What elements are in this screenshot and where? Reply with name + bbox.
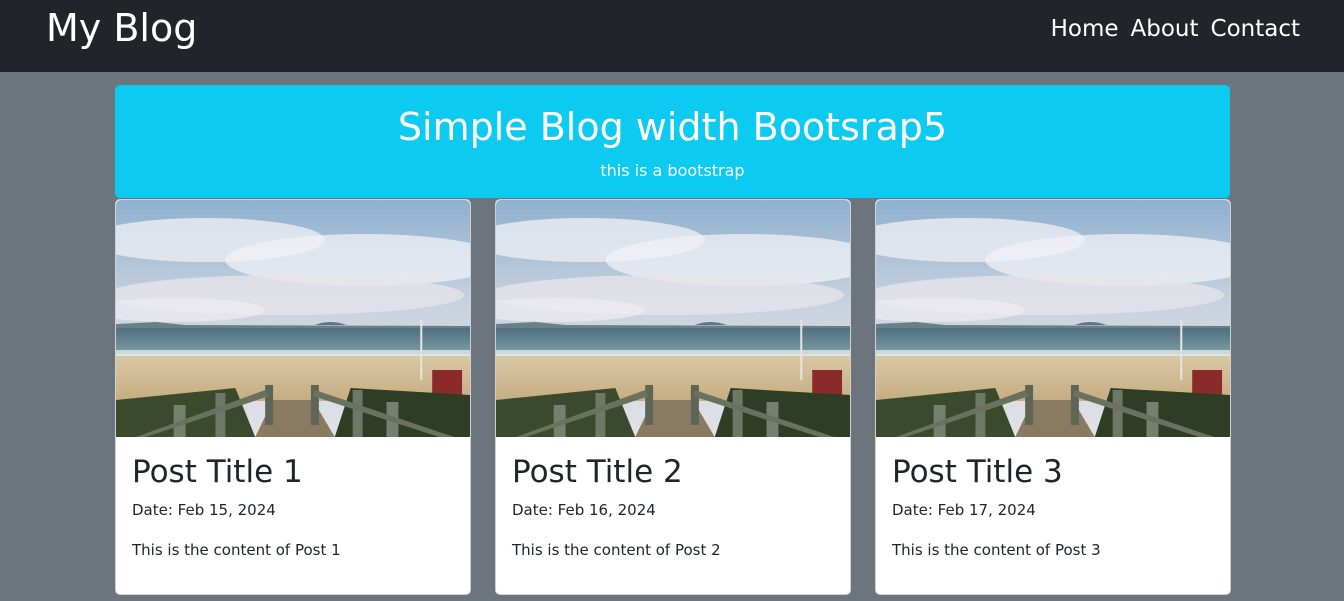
brand-logo[interactable]: My Blog — [46, 4, 197, 52]
post-content: This is the content of Post 2 — [512, 541, 721, 559]
hero-banner: Simple Blog width Bootsrap5 this is a bo… — [115, 85, 1230, 198]
post-card: Post Title 2 Date: Feb 16, 2024 This is … — [495, 199, 851, 595]
post-title: Post Title 2 — [512, 454, 683, 490]
top-navbar: My Blog Home About Contact — [0, 0, 1344, 72]
post-title: Post Title 3 — [892, 454, 1063, 490]
post-date: Date: Feb 16, 2024 — [512, 501, 656, 519]
post-image — [116, 200, 470, 437]
nav-links: Home About Contact — [1051, 14, 1300, 44]
post-date: Date: Feb 17, 2024 — [892, 501, 1036, 519]
nav-link-contact[interactable]: Contact — [1211, 14, 1300, 44]
post-image — [876, 200, 1230, 437]
post-title: Post Title 1 — [132, 454, 303, 490]
post-date: Date: Feb 15, 2024 — [132, 501, 276, 519]
post-card: Post Title 1 Date: Feb 15, 2024 This is … — [115, 199, 471, 595]
post-card: Post Title 3 Date: Feb 17, 2024 This is … — [875, 199, 1231, 595]
post-image — [496, 200, 850, 437]
hero-subtitle: this is a bootstrap — [600, 161, 745, 180]
nav-link-home[interactable]: Home — [1051, 14, 1119, 44]
post-content: This is the content of Post 1 — [132, 541, 341, 559]
post-content: This is the content of Post 3 — [892, 541, 1101, 559]
nav-link-about[interactable]: About — [1131, 14, 1199, 44]
hero-title: Simple Blog width Bootsrap5 — [397, 105, 948, 149]
